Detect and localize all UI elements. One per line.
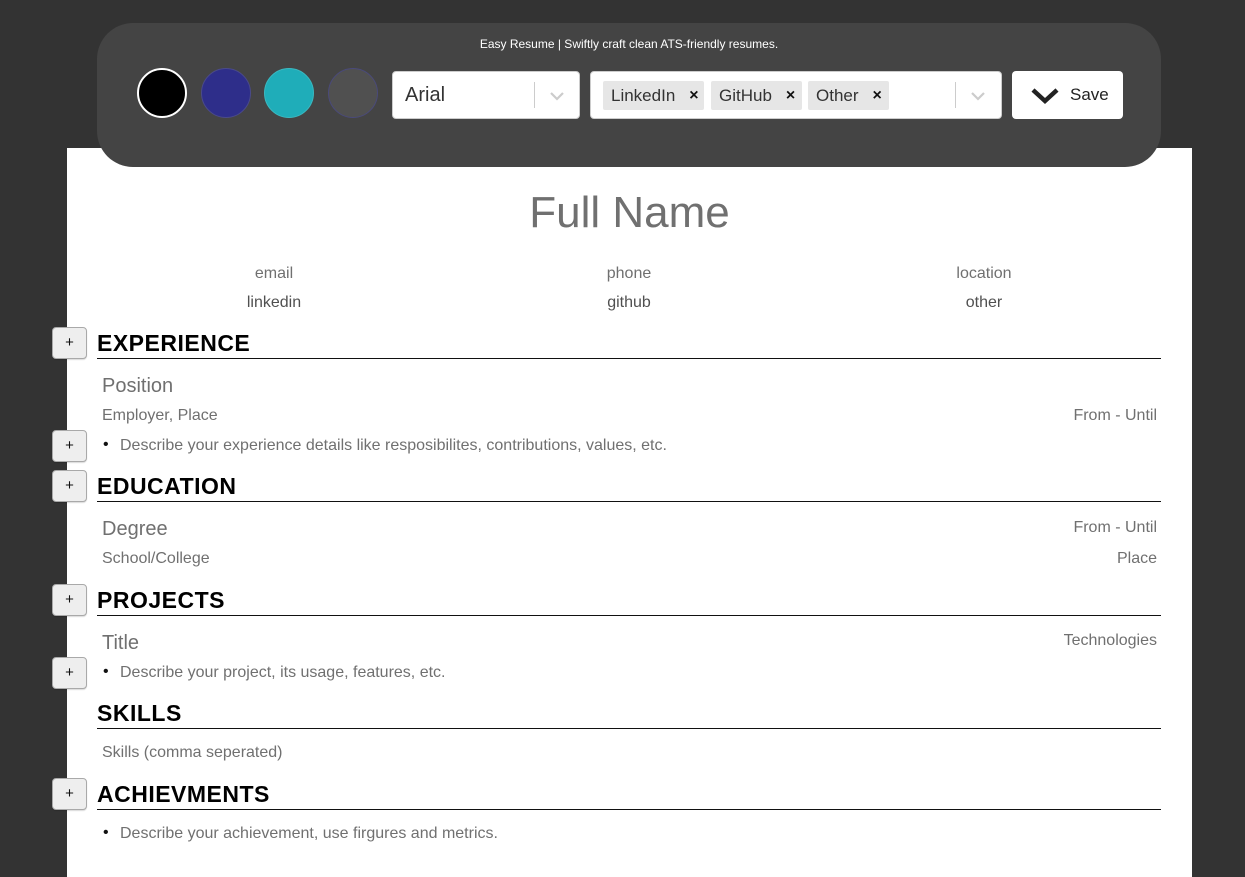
degree-field[interactable]: Degree bbox=[102, 518, 168, 541]
section-title-experience: EXPERIENCE bbox=[97, 330, 1161, 359]
linkedin-link[interactable]: linkedin bbox=[247, 294, 301, 312]
chip-github: GitHub × bbox=[711, 81, 802, 110]
position-field[interactable]: Position bbox=[102, 375, 173, 398]
save-button-label: Save bbox=[1070, 85, 1109, 104]
add-experience-button[interactable]: + bbox=[52, 327, 87, 359]
email-field[interactable]: email bbox=[255, 265, 293, 283]
technologies-field[interactable]: Technologies bbox=[1064, 632, 1157, 650]
full-name-field[interactable]: Full Name bbox=[67, 188, 1192, 238]
add-experience-bullet-button[interactable]: + bbox=[52, 430, 87, 462]
education-place-field[interactable]: Place bbox=[1117, 550, 1157, 568]
github-link[interactable]: github bbox=[607, 294, 651, 312]
font-select[interactable]: Arial bbox=[392, 71, 580, 119]
remove-chip-icon[interactable]: × bbox=[873, 87, 882, 105]
chip-other: Other × bbox=[808, 81, 889, 110]
section-title-achievements: ACHIEVMENTS bbox=[97, 781, 1161, 810]
chip-label: GitHub bbox=[719, 85, 772, 105]
add-achievement-button[interactable]: + bbox=[52, 778, 87, 810]
add-project-bullet-button[interactable]: + bbox=[52, 657, 87, 689]
chevron-down-icon bbox=[1031, 88, 1059, 105]
font-select-separator bbox=[534, 82, 535, 108]
section-title-projects: PROJECTS bbox=[97, 587, 1161, 616]
remove-chip-icon[interactable]: × bbox=[786, 87, 795, 105]
color-swatch-gray[interactable] bbox=[328, 68, 378, 118]
add-project-button[interactable]: + bbox=[52, 584, 87, 616]
save-button[interactable]: Save bbox=[1012, 71, 1123, 119]
location-field[interactable]: location bbox=[956, 265, 1011, 283]
resume-page bbox=[67, 148, 1192, 877]
chip-linkedin: LinkedIn × bbox=[603, 81, 704, 110]
employer-place-field[interactable]: Employer, Place bbox=[102, 407, 218, 425]
achievement-bullet-field[interactable]: Describe your achievement, use firgures … bbox=[120, 825, 498, 843]
add-education-button[interactable]: + bbox=[52, 470, 87, 502]
chip-label: Other bbox=[816, 85, 859, 105]
project-bullet-field[interactable]: Describe your project, its usage, featur… bbox=[120, 664, 445, 682]
links-select-separator bbox=[955, 82, 956, 108]
education-dates-field[interactable]: From - Until bbox=[1073, 519, 1157, 537]
color-swatch-black[interactable] bbox=[137, 68, 187, 118]
toolbar: Easy Resume | Swiftly craft clean ATS-fr… bbox=[97, 23, 1161, 167]
school-field[interactable]: School/College bbox=[102, 550, 210, 568]
project-title-field[interactable]: Title bbox=[102, 632, 139, 655]
font-select-value: Arial bbox=[405, 84, 446, 106]
phone-field[interactable]: phone bbox=[607, 265, 652, 283]
app-tagline: Easy Resume | Swiftly craft clean ATS-fr… bbox=[479, 37, 779, 51]
chevron-down-icon[interactable] bbox=[968, 86, 988, 106]
section-title-skills: SKILLS bbox=[97, 700, 1161, 729]
color-swatch-teal[interactable] bbox=[264, 68, 314, 118]
other-link[interactable]: other bbox=[966, 294, 1002, 312]
experience-bullet-field[interactable]: Describe your experience details like re… bbox=[120, 437, 667, 455]
chevron-down-icon[interactable] bbox=[547, 86, 567, 106]
skills-field[interactable]: Skills (comma seperated) bbox=[102, 744, 283, 762]
bullet-icon: • bbox=[103, 663, 109, 680]
color-swatch-indigo[interactable] bbox=[201, 68, 251, 118]
bullet-icon: • bbox=[103, 436, 109, 453]
chip-label: LinkedIn bbox=[611, 85, 676, 105]
experience-dates-field[interactable]: From - Until bbox=[1073, 407, 1157, 425]
remove-chip-icon[interactable]: × bbox=[689, 87, 698, 105]
bullet-icon: • bbox=[103, 824, 109, 841]
links-multiselect[interactable]: LinkedIn × GitHub × Other × bbox=[590, 71, 1002, 119]
section-title-education: EDUCATION bbox=[97, 473, 1161, 502]
